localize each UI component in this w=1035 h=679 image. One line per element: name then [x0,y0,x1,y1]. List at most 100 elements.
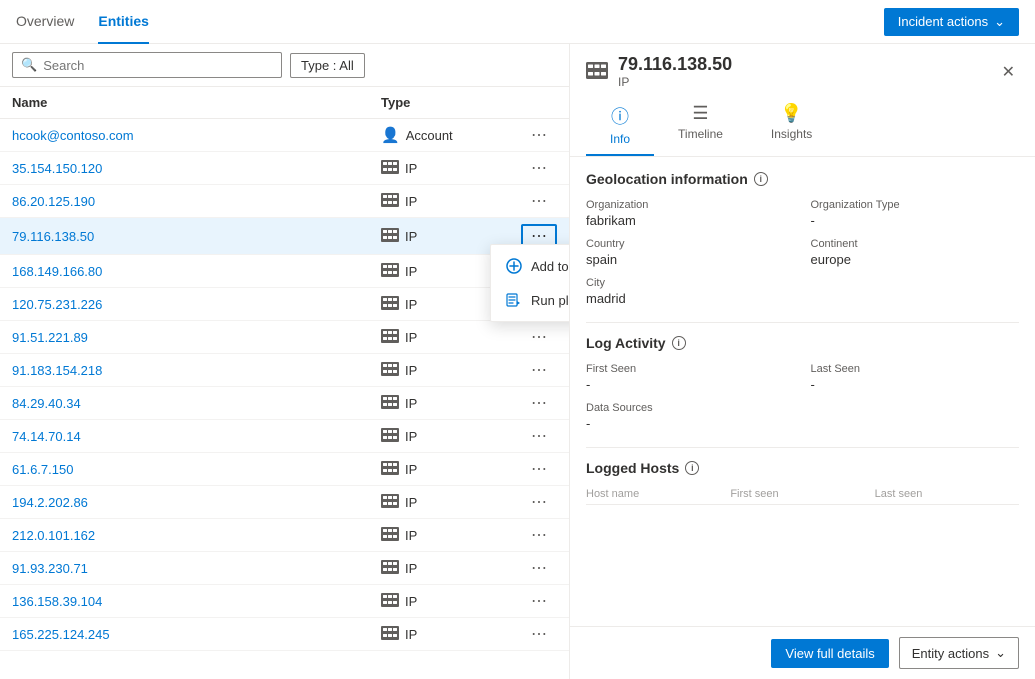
log-section-title: Log Activity i [586,335,1019,351]
tab-info[interactable]: ⓘ Info [586,95,654,156]
close-button[interactable]: ✕ [998,60,1019,84]
entity-name-link[interactable]: 35.154.150.120 [12,161,381,176]
geo-info-icon[interactable]: i [754,172,768,186]
row-more-button[interactable]: ⋯ [521,492,557,512]
table-row[interactable]: 61.6.7.150 IP ⋯ [0,453,569,486]
entity-name-link[interactable]: 86.20.125.190 [12,194,381,209]
entity-name-link[interactable]: 91.93.230.71 [12,561,381,576]
last-seen-label: Last Seen [811,363,1020,375]
table-row[interactable]: 84.29.40.34 IP ⋯ [0,387,569,420]
tab-timeline[interactable]: ☰ Timeline [654,95,747,156]
log-activity-section: Log Activity i First Seen - Last Seen - … [586,335,1019,431]
table-row-selected[interactable]: 79.116.138.50 IP ⋯ [0,218,569,255]
row-more-button[interactable]: ⋯ [521,624,557,644]
entity-name-link[interactable]: 91.51.221.89 [12,330,381,345]
row-more-button[interactable]: ⋯ [521,158,557,178]
ip-icon [381,527,399,544]
log-info-icon[interactable]: i [672,336,686,350]
hosts-info-icon[interactable]: i [685,461,699,475]
entity-type-cell: 👤 Account [381,126,521,144]
country-item: Country spain [586,238,795,267]
entity-name-link[interactable]: 61.6.7.150 [12,462,381,477]
col-actions-header [521,95,557,110]
geo-section-title: Geolocation information i [586,171,1019,187]
entity-name-link[interactable]: 120.75.231.226 [12,297,381,312]
table-row[interactable]: 168.149.166.80 IP ⋯ [0,255,569,288]
search-input-wrap[interactable]: 🔍 [12,52,282,78]
entity-name: 79.116.138.50 [618,54,732,75]
city-item: City madrid [586,277,795,306]
ip-icon [381,395,399,412]
row-more-button[interactable]: ⋯ [521,191,557,211]
table-row[interactable]: 91.93.230.71 IP ⋯ [0,552,569,585]
table-row[interactable]: hcook@contoso.com 👤 Account ⋯ [0,119,569,152]
entity-type-cell: IP [381,494,521,511]
row-more-button[interactable]: ⋯ [521,459,557,479]
entity-name-link[interactable]: 168.149.166.80 [12,264,381,279]
add-to-ti-icon [505,257,523,275]
col-type-header: Type [381,95,521,110]
entity-type-cell: IP [381,560,521,577]
tab-entities[interactable]: Entities [98,0,149,44]
entity-actions-button[interactable]: Entity actions ⌄ [899,637,1019,669]
org-type-item: Organization Type - [811,199,1020,228]
table-row[interactable]: 120.75.231.226 IP ⋯ [0,288,569,321]
ip-icon [381,228,399,245]
continent-item: Continent europe [811,238,1020,267]
entity-name-block: 79.116.138.50 IP [618,54,732,89]
table-row[interactable]: 91.183.154.218 IP ⋯ [0,354,569,387]
tab-insights[interactable]: 💡 Insights [747,95,836,156]
org-type-value: - [811,213,1020,228]
tab-overview[interactable]: Overview [16,0,74,44]
row-more-button[interactable]: ⋯ [521,426,557,446]
view-full-details-button[interactable]: View full details [771,639,888,668]
run-playbook-menu-item[interactable]: Run playbook (Preview) [491,283,569,317]
entity-type-label: IP [618,75,732,89]
table-row[interactable]: 35.154.150.120 IP ⋯ [0,152,569,185]
ip-icon [381,296,399,313]
ip-icon [381,494,399,511]
row-more-button[interactable]: ⋯ [521,327,557,347]
account-icon: 👤 [381,126,400,144]
entity-type-cell: IP [381,626,521,643]
row-more-button[interactable]: ⋯ [521,125,557,145]
entity-name-link[interactable]: hcook@contoso.com [12,128,381,143]
table-row[interactable]: 212.0.101.162 IP ⋯ [0,519,569,552]
entity-name-link[interactable]: 212.0.101.162 [12,528,381,543]
country-label: Country [586,238,795,250]
table-row[interactable]: 74.14.70.14 IP ⋯ [0,420,569,453]
entity-name-link[interactable]: 136.158.39.104 [12,594,381,609]
incident-actions-button[interactable]: Incident actions ⌄ [884,8,1019,36]
entity-type-cell: IP [381,228,521,245]
table-row[interactable]: 136.158.39.104 IP ⋯ [0,585,569,618]
entity-name-link[interactable]: 84.29.40.34 [12,396,381,411]
add-to-ti-menu-item[interactable]: Add to TI (Preview) [491,249,569,283]
last-seen-value: - [811,377,1020,392]
row-more-button[interactable]: ⋯ [521,525,557,545]
entity-table: Name Type hcook@contoso.com 👤 Account ⋯ … [0,87,569,679]
type-filter-button[interactable]: Type : All [290,53,365,78]
detail-tabs: ⓘ Info ☰ Timeline 💡 Insights [570,95,1035,157]
table-row[interactable]: 86.20.125.190 IP ⋯ [0,185,569,218]
divider2 [586,447,1019,448]
first-seen-label: First Seen [586,363,795,375]
log-info-grid: First Seen - Last Seen - Data Sources - [586,363,1019,431]
main-layout: 🔍 Type : All Name Type hcook@contoso.com… [0,44,1035,679]
entity-name-link[interactable]: 91.183.154.218 [12,363,381,378]
ip-icon [381,160,399,177]
entity-name-link[interactable]: 194.2.202.86 [12,495,381,510]
first-seen-value: - [586,377,795,392]
row-more-button[interactable]: ⋯ [521,360,557,380]
search-input[interactable] [43,58,273,73]
ip-icon [381,560,399,577]
table-row[interactable]: 165.225.124.245 IP ⋯ [0,618,569,651]
table-row[interactable]: 91.51.221.89 IP ⋯ [0,321,569,354]
entity-name-link[interactable]: 74.14.70.14 [12,429,381,444]
entity-name-link[interactable]: 79.116.138.50 [12,229,381,244]
entity-type-cell: IP [381,362,521,379]
row-more-button[interactable]: ⋯ [521,558,557,578]
table-row[interactable]: 194.2.202.86 IP ⋯ [0,486,569,519]
row-more-button[interactable]: ⋯ [521,591,557,611]
row-more-button[interactable]: ⋯ [521,393,557,413]
entity-name-link[interactable]: 165.225.124.245 [12,627,381,642]
